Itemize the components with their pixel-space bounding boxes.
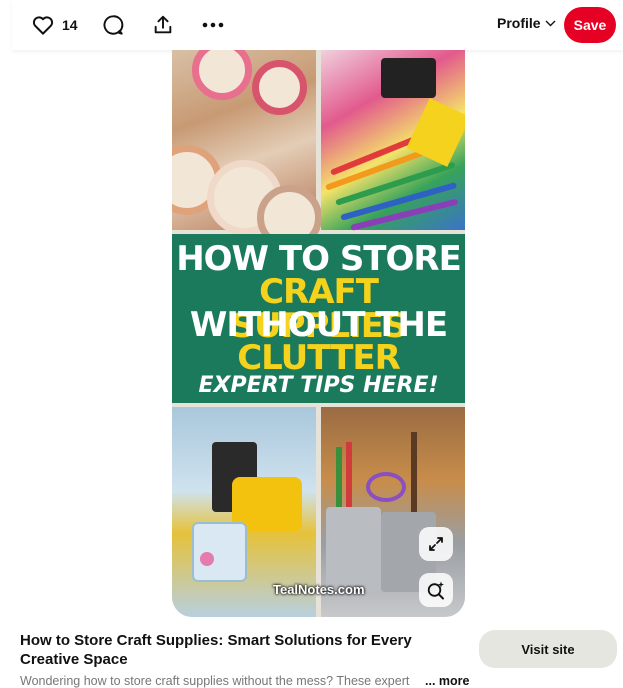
- like-count: 14: [62, 17, 78, 33]
- expand-icon[interactable]: [419, 527, 453, 561]
- pin-title: How to Store Craft Supplies: Smart Solut…: [20, 632, 412, 668]
- heart-icon[interactable]: [28, 10, 58, 40]
- chevron-down-icon: [545, 20, 556, 26]
- more-link[interactable]: ... more: [425, 674, 469, 688]
- share-icon[interactable]: [148, 10, 178, 40]
- pin-description: Wondering how to store craft supplies wi…: [20, 674, 410, 688]
- banner-line-3: WITHOUT THE: [189, 305, 448, 345]
- title-banner: HOW TO STORE CRAFT SUPPLIES WITHOUT THE …: [172, 234, 465, 403]
- watermark: TealNotes.com: [273, 582, 365, 597]
- ribbon-spools-photo: [172, 50, 322, 250]
- visit-site-button[interactable]: Visit site: [479, 630, 617, 668]
- banner-line-5: EXPERT TIPS HERE!: [198, 373, 439, 398]
- save-button[interactable]: Save: [564, 7, 616, 43]
- banner-line-4: CLUTTER: [237, 338, 401, 378]
- banner-line-1: HOW TO STORE: [176, 239, 462, 279]
- visual-search-icon[interactable]: [419, 573, 453, 607]
- pin-action-bar: 14 Profile Save: [12, 0, 623, 50]
- more-icon[interactable]: [198, 10, 228, 40]
- comment-icon[interactable]: [98, 10, 128, 40]
- profile-dropdown[interactable]: Profile: [497, 15, 556, 31]
- colored-pencils-photo: [321, 50, 465, 231]
- pin-image[interactable]: HOW TO STORE CRAFT SUPPLIES WITHOUT THE …: [172, 50, 465, 617]
- profile-label: Profile: [497, 15, 541, 31]
- action-group: 14: [28, 10, 228, 40]
